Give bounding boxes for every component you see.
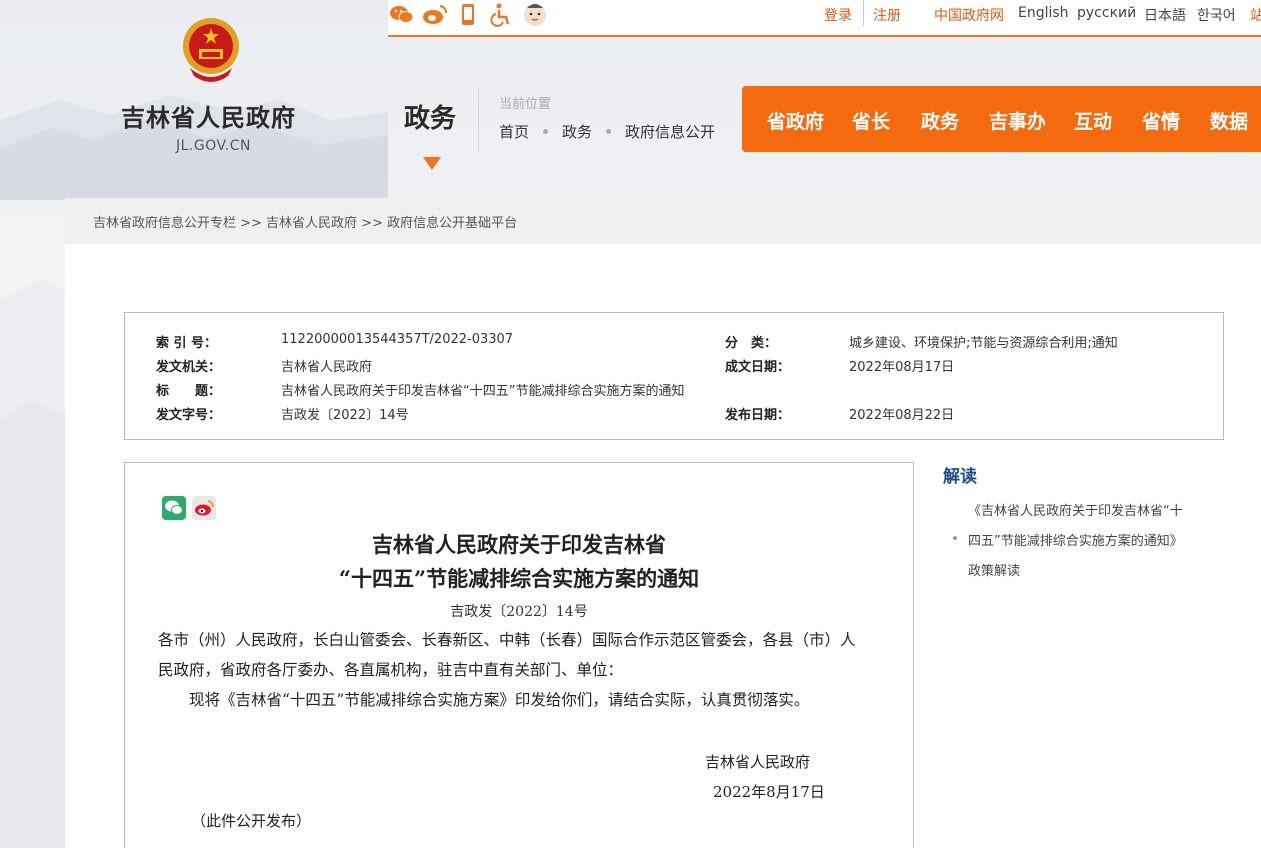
meta-index-label: 索 引 号： (156, 336, 218, 351)
register-link[interactable]: 注册 (873, 5, 901, 25)
site-domain: JL.GOV.CN (176, 138, 251, 154)
section-name: 政务 (404, 104, 457, 134)
crumb-separator (543, 129, 549, 134)
meta-issuer-label: 发文机关： (156, 360, 222, 375)
main-nav: 省政府 省长 政务 吉事办 互动 省情 数据 (742, 86, 1261, 152)
article-publish-note: （此件公开发布） (191, 812, 312, 830)
article-sign-date: 2022年8月17日 (713, 783, 825, 801)
nav-item-province-info[interactable]: 省情 (1142, 107, 1180, 134)
meta-category-label: 分 类： (725, 336, 778, 351)
interpretation-link-line3[interactable]: 政策解读 (968, 560, 1020, 579)
interpretation-link-line2[interactable]: 四五”节能减排综合实施方案的通知》 (968, 530, 1183, 549)
nav-item-province-gov[interactable]: 省政府 (767, 107, 824, 134)
lang-english[interactable]: English (1018, 5, 1069, 21)
breadcrumb-text[interactable]: 吉林省政府信息公开专栏 >> 吉林省人民政府 >> 政府信息公开基础平台 (93, 212, 517, 231)
article-body-line2: 民政府，省政府各厅委办、各直属机构，驻吉中直有关部门、单位： (158, 661, 624, 679)
wechat-icon[interactable] (388, 2, 416, 28)
crumb-affairs[interactable]: 政务 (562, 121, 592, 142)
login-link[interactable]: 登录 (824, 5, 852, 25)
lang-japanese[interactable]: 日本語 (1144, 5, 1186, 25)
meta-issuer-value: 吉林省人民政府 (281, 360, 373, 375)
meta-created-label: 成文日期： (725, 360, 791, 375)
china-gov-link[interactable]: 中国政府网 (934, 5, 1004, 25)
top-divider (863, 0, 864, 26)
meta-title-label: 标 题： (156, 384, 222, 399)
article-title-line2: “十四五”节能减排综合实施方案的通知 (338, 566, 700, 591)
meta-index-value: 11220000013544357T/2022-03307 (281, 332, 514, 347)
top-utility-bar: 登录 注册 中国政府网 English русский 日本語 한국어 站 (388, 0, 1261, 37)
lang-more[interactable]: 站 (1250, 5, 1261, 25)
weibo-icon[interactable] (421, 2, 449, 28)
meta-category-value: 城乡建设、环境保护;节能与资源综合利用;通知 (849, 336, 1118, 351)
article-title-line1: 吉林省人民政府关于印发吉林省 (372, 532, 666, 557)
accessibility-icon[interactable] (487, 2, 515, 28)
article-signer: 吉林省人民政府 (705, 753, 811, 771)
article-body-line1: 各市（州）人民政府，长白山管委会、长春新区、中韩（长春）国际合作示范区管委会，各… (158, 631, 856, 649)
article-panel: 吉林省人民政府关于印发吉林省 “十四五”节能减排综合实施方案的通知 吉政发〔20… (124, 462, 914, 848)
lang-korean[interactable]: 한국어 (1197, 5, 1236, 25)
mascot-icon[interactable] (520, 0, 550, 28)
interpretation-bullet (953, 536, 957, 540)
national-emblem-icon (183, 18, 239, 82)
nav-item-affairs[interactable]: 政务 (921, 107, 959, 134)
lang-russian[interactable]: русский (1077, 5, 1136, 21)
crumb-info-disclosure[interactable]: 政府信息公开 (625, 121, 715, 142)
meta-published-value: 2022年08月22日 (849, 408, 955, 423)
header-divider (478, 88, 479, 152)
article-body-line3: 现将《吉林省“十四五”节能减排综合实施方案》印发给你们，请结合实际，认真贯彻落实… (189, 691, 810, 709)
mobile-icon[interactable] (454, 2, 482, 28)
location-label: 当前位置 (499, 97, 552, 112)
site-name[interactable]: 吉林省人民政府 (121, 98, 296, 133)
nav-item-services[interactable]: 吉事办 (989, 107, 1046, 134)
meta-docno-label: 发文字号： (156, 408, 222, 423)
article-docno: 吉政发〔2022〕14号 (450, 604, 588, 620)
interpretation-link-line1[interactable]: 《吉林省人民政府关于印发吉林省“十 (968, 500, 1183, 519)
breadcrumb: 吉林省政府信息公开专栏 >> 吉林省人民政府 >> 政府信息公开基础平台 (65, 198, 1261, 244)
interpretation-heading: 解读 (943, 467, 977, 487)
meta-docno-value: 吉政发〔2022〕14号 (281, 408, 409, 423)
meta-title-value: 吉林省人民政府关于印发吉林省“十四五”节能减排综合实施方案的通知 (281, 384, 685, 399)
meta-published-label: 发布日期： (725, 408, 791, 423)
crumb-separator (606, 129, 612, 134)
document-metadata: 索 引 号： 11220000013544357T/2022-03307 分 类… (124, 312, 1224, 440)
meta-created-value: 2022年08月17日 (849, 360, 955, 375)
section-arrow-icon (423, 157, 441, 170)
share-wechat-icon[interactable] (162, 496, 186, 520)
nav-item-interaction[interactable]: 互动 (1074, 107, 1112, 134)
nav-item-data[interactable]: 数据 (1210, 107, 1248, 134)
nav-item-governor[interactable]: 省长 (852, 107, 890, 134)
share-weibo-icon[interactable] (192, 496, 216, 520)
crumb-home[interactable]: 首页 (499, 121, 529, 142)
location-breadcrumb: 首页 政务 政府信息公开 (499, 121, 715, 142)
